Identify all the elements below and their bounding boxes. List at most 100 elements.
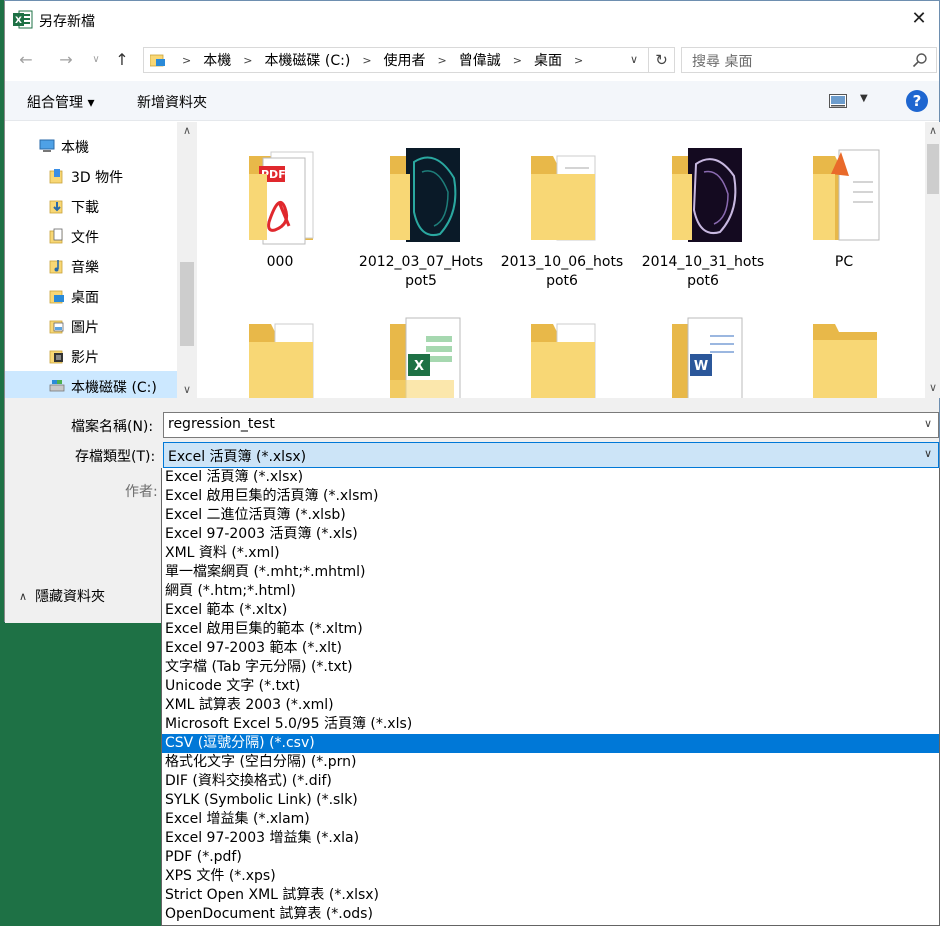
- scroll-thumb[interactable]: [927, 144, 939, 194]
- type-option[interactable]: OpenDocument 試算表 (*.ods): [162, 905, 939, 924]
- nav-item-pictures[interactable]: 圖片: [5, 311, 177, 341]
- type-option[interactable]: 格式化文字 (空白分隔) (*.prn): [162, 753, 939, 772]
- music-icon: [49, 260, 63, 274]
- hide-folders-button[interactable]: ∧ 隱藏資料夾: [19, 586, 105, 606]
- file-item[interactable]: [215, 290, 345, 398]
- type-option[interactable]: XML 試算表 2003 (*.xml): [162, 696, 939, 715]
- nav-item-local-disk[interactable]: 本機磁碟 (C:): [5, 371, 177, 398]
- breadcrumb-item[interactable]: 曾偉誠: [459, 50, 501, 70]
- chevron-up-icon: ∧: [19, 589, 28, 603]
- type-option[interactable]: XPS 文件 (*.xps): [162, 867, 939, 886]
- command-bar: 組合管理 ▾ 新增資料夾 ▼ ?: [5, 81, 939, 121]
- filename-input[interactable]: regression_test ∨: [163, 412, 939, 438]
- type-option[interactable]: Unicode 文字 (*.txt): [162, 677, 939, 696]
- refresh-button[interactable]: ↻: [648, 48, 674, 72]
- nav-item-downloads[interactable]: 下載: [5, 191, 177, 221]
- nav-item-documents[interactable]: 文件: [5, 221, 177, 251]
- file-item[interactable]: [497, 290, 627, 398]
- nav-item-videos[interactable]: 影片: [5, 341, 177, 371]
- svg-text:X: X: [414, 359, 424, 374]
- help-button[interactable]: ?: [906, 90, 928, 112]
- file-item[interactable]: PC: [779, 122, 909, 312]
- chevron-right-icon[interactable]: >: [243, 54, 252, 67]
- nav-item-music[interactable]: 音樂: [5, 251, 177, 281]
- type-option[interactable]: XML 資料 (*.xml): [162, 544, 939, 563]
- type-option[interactable]: 單一檔案網頁 (*.mht;*.mhtml): [162, 563, 939, 582]
- file-item[interactable]: W: [638, 290, 768, 398]
- type-option[interactable]: Strict Open XML 試算表 (*.xlsx): [162, 886, 939, 905]
- address-bar[interactable]: > 本機 > 本機磁碟 (C:) > 使用者 > 曾偉誠 > 桌面 > ∨ ↻: [143, 47, 675, 73]
- breadcrumb-item[interactable]: 本機磁碟 (C:): [264, 50, 350, 70]
- folder-icon: [813, 324, 877, 398]
- nav-item-3d-objects[interactable]: 3D 物件: [5, 161, 177, 191]
- file-item[interactable]: [779, 290, 909, 398]
- type-option[interactable]: Excel 活頁簿 (*.xlsx): [162, 468, 939, 487]
- type-option[interactable]: PDF (*.pdf): [162, 848, 939, 867]
- desktop-icon: [49, 290, 64, 304]
- type-option[interactable]: Excel 二進位活頁簿 (*.xlsb): [162, 506, 939, 525]
- close-button[interactable]: ✕: [899, 1, 939, 37]
- scroll-up-icon[interactable]: ∧: [925, 124, 940, 137]
- type-option[interactable]: SYLK (Symbolic Link) (*.slk): [162, 791, 939, 810]
- new-folder-button[interactable]: 新增資料夾: [137, 92, 207, 112]
- up-button[interactable]: ↑: [111, 49, 133, 71]
- type-option[interactable]: Excel 啟用巨集的範本 (*.xltm): [162, 620, 939, 639]
- file-item[interactable]: X: [356, 290, 486, 398]
- file-list: PDF 000 2012_03_07_Hotspot5 2013_10_06_h…: [201, 122, 921, 398]
- folder-docs-icon: [531, 323, 596, 398]
- organize-button[interactable]: 組合管理 ▾: [27, 92, 94, 112]
- chevron-down-icon: ∨: [92, 54, 100, 65]
- file-item[interactable]: 2012_03_07_Hotspot5: [356, 122, 486, 312]
- scroll-thumb[interactable]: [180, 262, 194, 346]
- type-option[interactable]: Excel 97-2003 活頁簿 (*.xls): [162, 525, 939, 544]
- chevron-right-icon[interactable]: >: [362, 54, 371, 67]
- type-option[interactable]: Excel 97-2003 增益集 (*.xla): [162, 829, 939, 848]
- chevron-right-icon[interactable]: >: [438, 54, 447, 67]
- svg-text:W: W: [694, 359, 708, 374]
- folder-pc-icon: [813, 149, 880, 241]
- nav-item-label: 文件: [71, 230, 99, 246]
- type-option[interactable]: 網頁 (*.htm;*.html): [162, 582, 939, 601]
- scroll-down-icon[interactable]: ∨: [177, 383, 197, 396]
- chevron-right-icon[interactable]: >: [513, 54, 522, 67]
- type-option[interactable]: Excel 97-2003 範本 (*.xlt): [162, 639, 939, 658]
- type-option[interactable]: Excel 啟用巨集的活頁簿 (*.xlsm): [162, 487, 939, 506]
- save-type-select[interactable]: Excel 活頁簿 (*.xlsx) ∨: [163, 442, 939, 468]
- nav-item-label: 音樂: [71, 260, 99, 276]
- scroll-down-icon[interactable]: ∨: [925, 381, 940, 394]
- window-title: 另存新檔: [39, 14, 95, 30]
- forward-button[interactable]: →: [55, 49, 77, 71]
- file-item[interactable]: 2013_10_06_hotspot6: [497, 122, 627, 312]
- type-option[interactable]: Microsoft Excel 5.0/95 活頁簿 (*.xls): [162, 715, 939, 734]
- help-icon: ?: [912, 92, 922, 110]
- view-dropdown-icon[interactable]: ▼: [860, 93, 868, 104]
- type-option[interactable]: Excel 範本 (*.xltx): [162, 601, 939, 620]
- type-option[interactable]: Excel 增益集 (*.xlam): [162, 810, 939, 829]
- back-button[interactable]: ←: [15, 49, 37, 71]
- folder-image-icon: [672, 148, 742, 242]
- type-option[interactable]: 文字檔 (Tab 字元分隔) (*.txt): [162, 658, 939, 677]
- search-input[interactable]: 搜尋 桌面: [681, 47, 937, 73]
- breadcrumb-item[interactable]: 桌面: [534, 50, 562, 70]
- type-option[interactable]: DIF (資料交換格式) (*.dif): [162, 772, 939, 791]
- svg-text:X: X: [15, 16, 22, 26]
- file-item[interactable]: 2014_10_31_hotspot6: [638, 122, 768, 312]
- breadcrumb-item[interactable]: 本機: [203, 50, 231, 70]
- arrow-right-icon: →: [59, 50, 73, 69]
- file-item[interactable]: PDF 000: [215, 122, 345, 312]
- chevron-down-icon[interactable]: ∨: [924, 417, 932, 430]
- nav-scrollbar[interactable]: ∧ ∨: [177, 122, 197, 398]
- chevron-down-icon[interactable]: ∨: [924, 447, 932, 460]
- recent-locations-button[interactable]: ∨: [89, 49, 103, 71]
- title-bar: X 另存新檔 ✕: [5, 1, 939, 39]
- nav-item-this-pc[interactable]: 本機: [5, 131, 177, 161]
- nav-item-desktop[interactable]: 桌面: [5, 281, 177, 311]
- address-history-button[interactable]: ∨: [624, 48, 644, 72]
- breadcrumb-item[interactable]: 使用者: [384, 50, 426, 70]
- view-options-icon[interactable]: [829, 94, 847, 108]
- search-placeholder: 搜尋 桌面: [692, 54, 753, 70]
- chevron-right-icon[interactable]: >: [574, 54, 583, 67]
- scroll-up-icon[interactable]: ∧: [177, 124, 197, 137]
- file-list-scrollbar[interactable]: ∧ ∨: [925, 122, 940, 398]
- type-option[interactable]: CSV (逗號分隔) (*.csv): [162, 734, 939, 753]
